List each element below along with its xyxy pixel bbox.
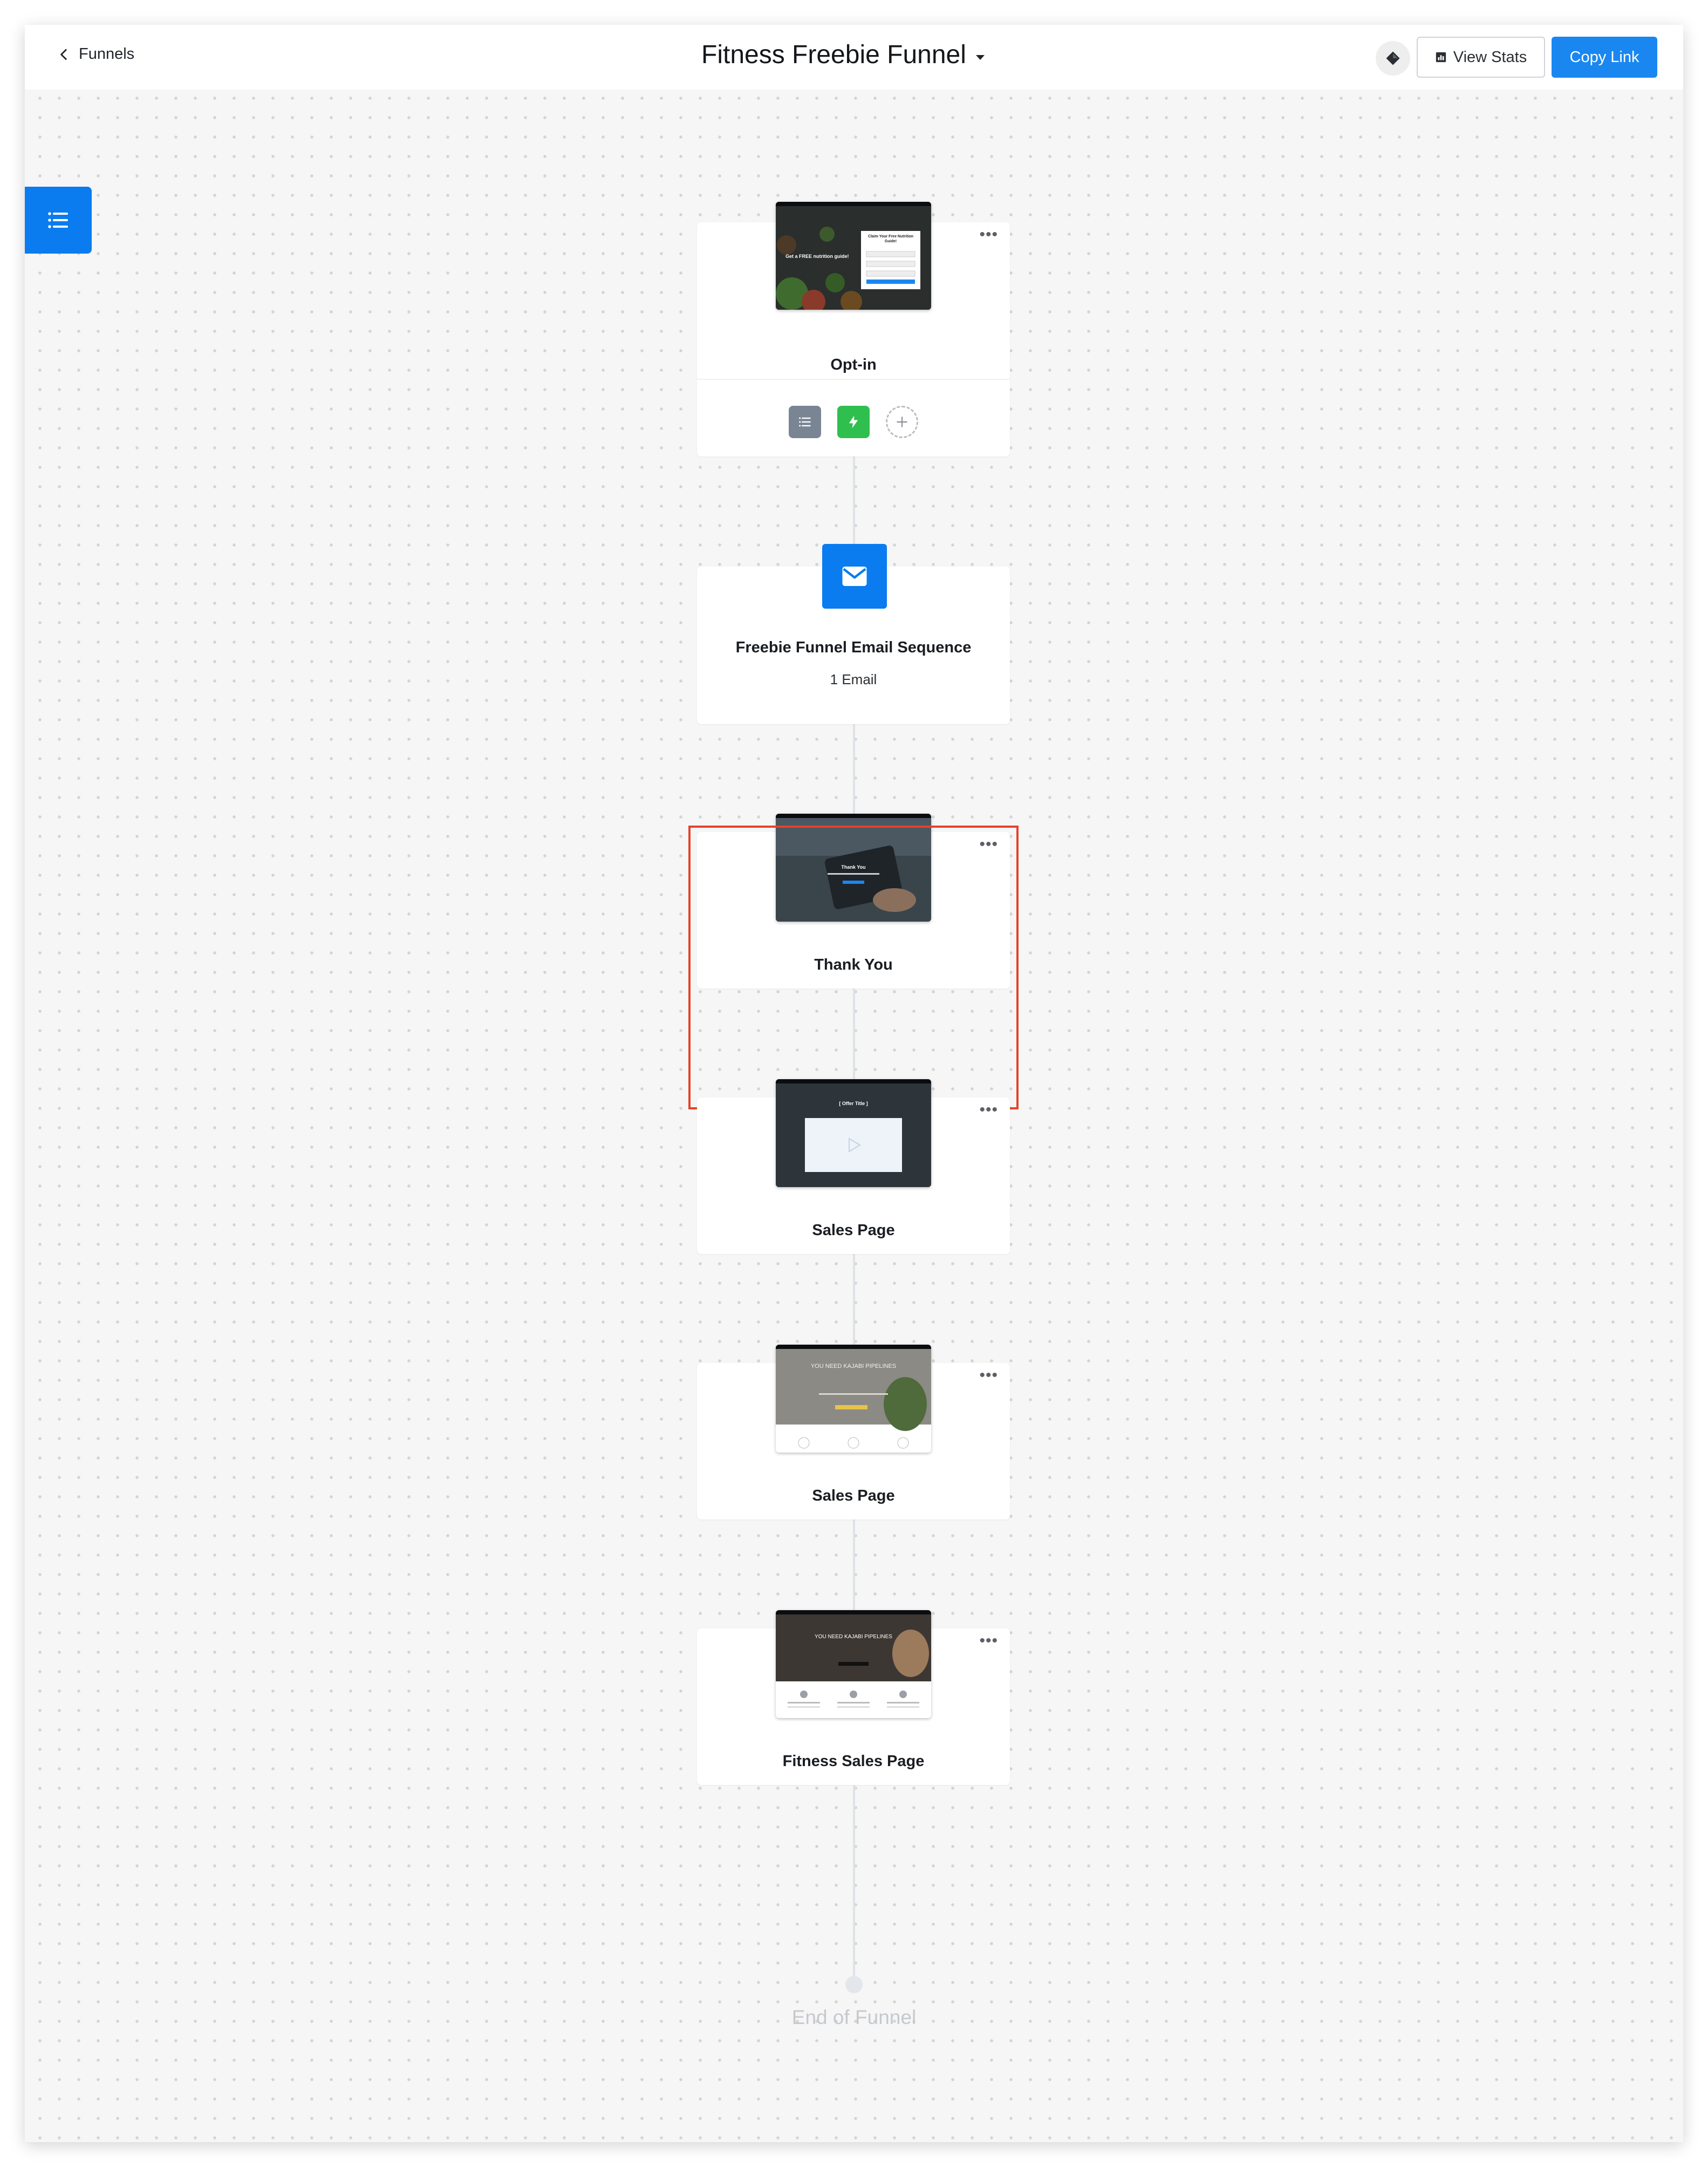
back-link-label: Funnels (79, 45, 135, 63)
step-tools (697, 406, 1010, 438)
sales-page-thumbnail[interactable]: [ Offer Title ] (776, 1079, 931, 1187)
thumbnail-form-title: Claim Your Free Nutrition Guide! (864, 234, 917, 244)
automation-tool-button[interactable] (837, 406, 870, 438)
funnel-connector-line (853, 1785, 855, 1979)
step-name: Freebie Funnel Email Sequence (735, 639, 972, 656)
thumbnail-headline: Get a FREE nutrition guide! (785, 254, 849, 259)
thumbnail-image (776, 1349, 931, 1449)
end-of-funnel-dot (845, 1976, 863, 1993)
end-of-funnel-label: End of Funnel (791, 2006, 917, 2028)
funnel-title-dropdown[interactable]: Fitness Freebie Funnel (701, 40, 987, 70)
email-sequence-tile[interactable] (822, 544, 887, 609)
funnel-editor-window: Funnels Fitness Freebie Funnel View Stat… (25, 25, 1683, 2142)
bar-chart-icon (1436, 52, 1446, 63)
thumbnail-headline: YOU NEED KAJABI PIPELINES (810, 1363, 897, 1369)
sidebar-toggle-button[interactable] (25, 187, 92, 254)
chevron-left-icon (60, 49, 67, 60)
view-stats-label: View Stats (1453, 48, 1527, 66)
thumbnail-image (776, 1614, 931, 1708)
step-name: Thank You (814, 956, 893, 973)
step-name: Sales Page (812, 1487, 895, 1504)
thumbnail-headline: [ Offer Title ] (839, 1101, 868, 1106)
lightning-bolt-icon (849, 415, 858, 428)
diamond-icon (1386, 51, 1400, 65)
diamond-button[interactable] (1376, 41, 1410, 76)
more-options-icon[interactable]: ••• (979, 1102, 998, 1118)
sales-page-thumbnail[interactable]: YOU NEED KAJABI PIPELINES (776, 1345, 931, 1453)
list-icon (799, 417, 811, 427)
thumbnail-headline: Thank You (841, 864, 866, 870)
view-stats-button[interactable]: View Stats (1417, 37, 1545, 78)
step-name: Sales Page (812, 1222, 895, 1239)
fitness-sales-page-thumbnail[interactable]: YOU NEED KAJABI PIPELINES (776, 1610, 931, 1718)
form-tool-button[interactable] (789, 406, 821, 438)
top-bar: Funnels Fitness Freebie Funnel View Stat… (25, 25, 1683, 90)
thumbnail-headline: YOU NEED KAJABI PIPELINES (815, 1634, 892, 1640)
copy-link-button[interactable]: Copy Link (1552, 37, 1657, 78)
back-to-funnels-link[interactable]: Funnels (57, 45, 134, 63)
email-count: 1 Email (830, 671, 877, 687)
optin-page-thumbnail[interactable]: Get a FREE nutrition guide! Claim Your F… (776, 202, 931, 310)
step-name: Opt-in (830, 356, 877, 373)
plus-icon (897, 417, 907, 427)
envelope-icon (842, 567, 867, 586)
more-options-icon[interactable]: ••• (979, 227, 998, 243)
thank-you-page-thumbnail[interactable]: Thank You (776, 814, 931, 922)
copy-link-label: Copy Link (1569, 48, 1639, 66)
page-title: Fitness Freebie Funnel (701, 40, 966, 69)
more-options-icon[interactable]: ••• (979, 1633, 998, 1649)
card-divider (697, 379, 1010, 380)
add-tool-button[interactable] (886, 406, 918, 438)
caret-down-icon (975, 54, 985, 60)
list-icon (48, 212, 68, 228)
step-name: Fitness Sales Page (782, 1753, 925, 1770)
more-options-icon[interactable]: ••• (979, 1367, 998, 1384)
more-options-icon[interactable]: ••• (979, 836, 998, 853)
thumbnail-image (776, 1084, 931, 1187)
